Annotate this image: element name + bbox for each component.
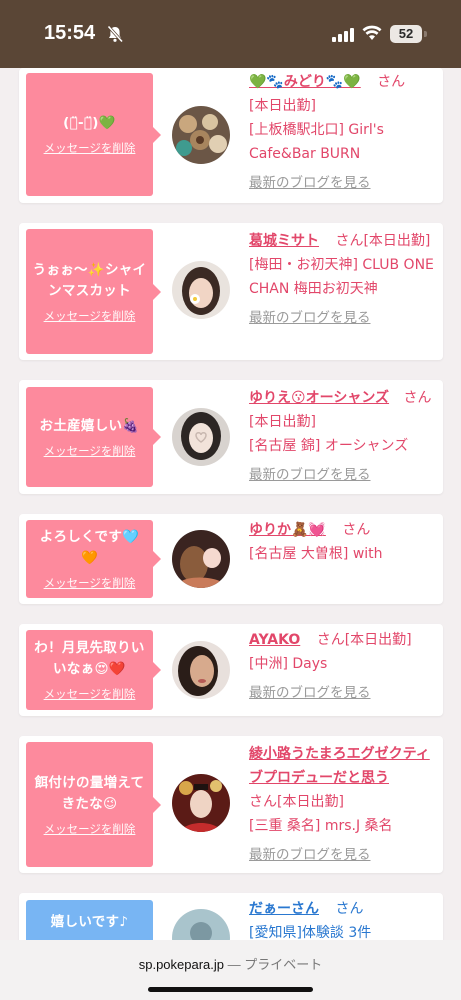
message-card: わ！月見先取りいいなぁ😍❤️ メッセージを削除 AYAKO さん[本日出勤] […: [19, 624, 443, 716]
girl-info: ゆりえ😗オーシャンズ さん [本日出勤] [名古屋 錦] オーシャンズ 最新のブロ…: [249, 386, 439, 492]
message-bubble: うぉぉ〜✨シャインマスカット メッセージを削除: [26, 229, 161, 354]
girl-name-link[interactable]: 綾小路うたまろエグゼクティブプロデューだと思う: [249, 746, 430, 786]
message-card: 餌付けの量増えてきたな😉 メッセージを削除 綾小路うたまろエグゼクティブプロデュ…: [19, 736, 443, 873]
message-card: よろしくです🩵🧡 メッセージを削除 ゆりか🧸💓 さん [名古屋 大曽根] wit…: [19, 514, 443, 604]
home-indicator[interactable]: [148, 987, 313, 992]
battery-tip: [424, 31, 427, 37]
girl-name-link[interactable]: AYAKO: [249, 632, 300, 648]
shop-name: [名古屋 錦] オーシャンズ: [249, 438, 409, 454]
girl-info: だぁーさん さん [愛知県]体験談 3件: [249, 897, 439, 945]
honorific: さん: [377, 74, 406, 90]
work-status: [本日出勤]: [249, 98, 316, 114]
message-text: うぉぉ〜✨シャインマスカット: [32, 261, 147, 299]
url-display[interactable]: sp.pokepara.jp — プライベート: [0, 954, 461, 973]
message-text: わ！月見先取りいいなぁ😍❤️: [34, 640, 145, 677]
work-status: [本日出勤]: [344, 632, 412, 648]
girl-info: 葛城ミサト さん[本日出勤] [梅田・お初天神] CLUB ONE CHAN 梅…: [249, 229, 439, 335]
honorific: さん: [316, 632, 345, 648]
avatar[interactable]: [172, 106, 230, 164]
message-bubble: お土産嬉しい🍇 メッセージを削除: [26, 387, 161, 487]
url-domain: sp.pokepara.jp: [138, 957, 225, 972]
honorific: さん: [249, 794, 277, 810]
wifi-icon: [362, 25, 382, 45]
avatar[interactable]: [172, 530, 230, 588]
latest-blog-link[interactable]: 最新のブログを見る: [249, 685, 371, 701]
message-text: (ㅎ̈-ㅎ̈)💚: [63, 115, 116, 131]
work-status: [本日出勤]: [363, 233, 431, 249]
status-time: 15:54: [44, 22, 96, 44]
message-card: (ㅎ̈-ㅎ̈)💚 メッセージを削除 💚🐾みどり🐾💚 さん [本日出勤] [上板橋…: [19, 68, 443, 203]
latest-blog-link[interactable]: 最新のブログを見る: [249, 467, 371, 483]
honorific: さん: [335, 901, 364, 917]
shop-name: [中洲] Days: [249, 656, 328, 672]
girl-info: 綾小路うたまろエグゼクティブプロデューだと思う さん[本日出勤] [三重 桑名]…: [249, 742, 439, 872]
avatar[interactable]: [172, 641, 230, 699]
message-bubble: (ㅎ̈-ㅎ̈)💚 メッセージを削除: [26, 73, 161, 196]
delete-message-link[interactable]: メッセージを削除: [44, 575, 136, 591]
message-bubble: わ！月見先取りいいなぁ😍❤️ メッセージを削除: [26, 630, 161, 710]
delete-message-link[interactable]: メッセージを削除: [44, 821, 136, 837]
avatar[interactable]: [172, 408, 230, 466]
work-status: [本日出勤]: [249, 414, 316, 430]
cellular-signal-icon: [332, 27, 354, 46]
honorific: さん: [342, 522, 371, 538]
status-bar: 15:54 52: [0, 0, 461, 68]
delete-message-link[interactable]: メッセージを削除: [44, 308, 136, 324]
private-mode-label: プライベート: [244, 957, 323, 972]
girl-info: 💚🐾みどり🐾💚 さん [本日出勤] [上板橋駅北口] Girl's Cafe&B…: [249, 70, 439, 200]
shop-name: [名古屋 大曽根] with: [249, 546, 383, 562]
girl-info: AYAKO さん[本日出勤] [中洲] Days 最新のブログを見る: [249, 628, 439, 710]
delete-message-link[interactable]: メッセージを削除: [44, 443, 136, 459]
message-card: うぉぉ〜✨シャインマスカット メッセージを削除 葛城ミサト さん[本日出勤] […: [19, 223, 443, 360]
honorific: さん: [335, 233, 364, 249]
girl-info: ゆりか🧸💓 さん [名古屋 大曽根] with: [249, 518, 439, 566]
girl-name-link[interactable]: ゆりか🧸💓: [249, 522, 326, 538]
message-text: 餌付けの量増えてきたな😉: [34, 774, 145, 812]
avatar[interactable]: [172, 774, 230, 832]
delete-message-link[interactable]: メッセージを削除: [44, 686, 136, 702]
message-bubble: よろしくです🩵🧡 メッセージを削除: [26, 520, 161, 598]
browser-address-bar[interactable]: sp.pokepara.jp — プライベート: [0, 940, 461, 1000]
message-card: お土産嬉しい🍇 メッセージを削除 ゆりえ😗オーシャンズ さん [本日出勤] [名古…: [19, 380, 443, 494]
girl-name-link[interactable]: ゆりえ😗オーシャンズ: [249, 390, 389, 406]
battery-level: 52: [390, 25, 422, 43]
girl-name-link[interactable]: 💚🐾みどり🐾💚: [249, 74, 361, 90]
shop-name: [三重 桑名] mrs.J 桑名: [249, 818, 393, 834]
honorific: さん: [403, 390, 432, 406]
shop-name: [梅田・お初天神] CLUB ONE CHAN 梅田お初天神: [249, 257, 434, 297]
latest-blog-link[interactable]: 最新のブログを見る: [249, 175, 371, 191]
message-text: よろしくです🩵🧡: [39, 529, 140, 566]
message-bubble: 餌付けの量増えてきたな😉 メッセージを削除: [26, 742, 161, 867]
avatar[interactable]: [172, 261, 230, 319]
girl-name-link[interactable]: 葛城ミサト: [249, 233, 319, 249]
delete-message-link[interactable]: メッセージを削除: [44, 140, 136, 156]
latest-blog-link[interactable]: 最新のブログを見る: [249, 310, 371, 326]
bell-muted-icon: [106, 25, 124, 47]
message-text: 嬉しいです♪: [50, 914, 129, 930]
work-status: [本日出勤]: [277, 794, 344, 810]
url-separator: —: [224, 957, 245, 972]
girl-name-link[interactable]: だぁーさん: [249, 901, 319, 917]
latest-blog-link[interactable]: 最新のブログを見る: [249, 847, 371, 863]
shop-name: [上板橋駅北口] Girl's Cafe&Bar BURN: [249, 122, 384, 162]
message-text: お土産嬉しい🍇: [39, 417, 140, 434]
shop-name: [愛知県]体験談 3件: [249, 925, 372, 941]
